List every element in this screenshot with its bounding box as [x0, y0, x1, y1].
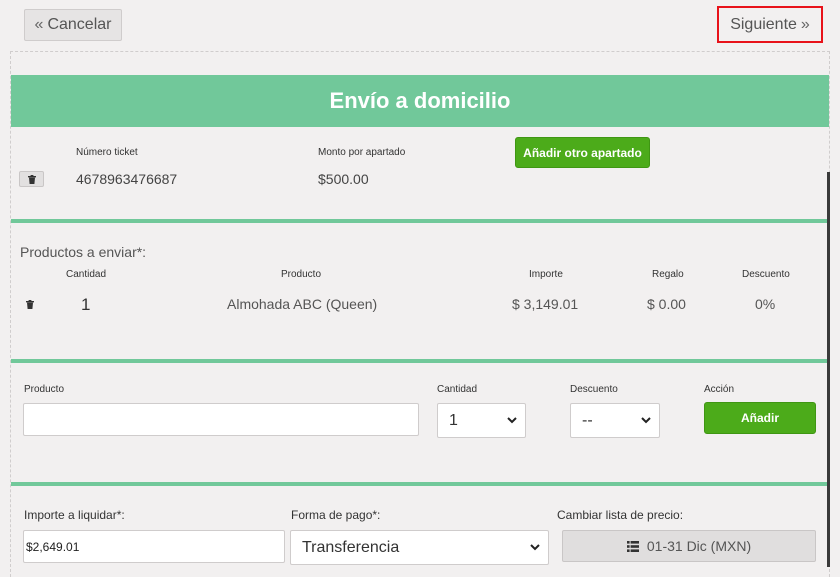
- section-divider: [11, 482, 829, 486]
- change-price-list-button[interactable]: 01-31 Dic (MXN): [562, 530, 816, 562]
- cantidad-select-value: 1: [449, 411, 458, 429]
- cantidad-select[interactable]: 1: [437, 403, 526, 438]
- next-label: Siguiente: [730, 15, 797, 33]
- trash-icon: [27, 174, 36, 184]
- forma-pago-select[interactable]: Transferencia: [290, 530, 549, 565]
- accion-field-label: Acción: [704, 384, 735, 395]
- descuento-field-label: Descuento: [570, 384, 618, 395]
- col-producto: Producto: [281, 269, 322, 280]
- producto-field-label: Producto: [24, 384, 65, 395]
- trash-icon: [26, 299, 34, 309]
- row-descuento: 0%: [755, 296, 776, 312]
- row-producto: Almohada ABC (Queen): [227, 296, 378, 312]
- forma-pago-value: Transferencia: [302, 538, 400, 556]
- add-product-button[interactable]: Añadir: [704, 402, 816, 434]
- importe-field-label: Importe a liquidar*:: [24, 508, 125, 522]
- cantidad-field-label: Cantidad: [437, 384, 478, 395]
- lista-precio-label: Cambiar lista de precio:: [557, 508, 684, 522]
- row-cantidad: 1: [81, 295, 91, 314]
- page-title: Envío a domicilio: [329, 88, 511, 113]
- descuento-select[interactable]: --: [570, 403, 660, 438]
- delete-apartado-button[interactable]: [19, 171, 44, 187]
- ticket-value: 4678963476687: [76, 171, 178, 187]
- col-regalo: Regalo: [652, 269, 684, 280]
- scrollbar[interactable]: [827, 172, 830, 567]
- section-header: Envío a domicilio: [11, 75, 829, 127]
- ticket-label: Número ticket: [76, 147, 138, 158]
- col-importe: Importe: [529, 269, 563, 280]
- descuento-select-value: --: [582, 411, 593, 429]
- chevron-down-icon: [641, 417, 651, 424]
- monto-value: $500.00: [318, 171, 369, 187]
- add-apartado-button[interactable]: Añadir otro apartado: [515, 137, 650, 168]
- divider-dashed: [10, 51, 830, 52]
- col-cantidad: Cantidad: [66, 269, 107, 280]
- forma-pago-label: Forma de pago*:: [291, 508, 381, 522]
- cancel-label: Cancelar: [47, 16, 112, 33]
- products-section-label: Productos a enviar*:: [20, 244, 147, 260]
- price-list-value: 01-31 Dic (MXN): [646, 538, 752, 554]
- section-divider: [11, 359, 829, 363]
- monto-label: Monto por apartado: [318, 147, 406, 158]
- delete-product-button[interactable]: [23, 297, 37, 311]
- double-chevron-right-icon: »: [800, 15, 810, 33]
- row-importe: $ 3,149.01: [512, 296, 579, 312]
- top-nav-bar: « Cancelar Siguiente »: [0, 0, 840, 52]
- cancel-button[interactable]: « Cancelar: [24, 9, 122, 41]
- row-regalo: $ 0.00: [647, 296, 686, 312]
- producto-input[interactable]: [23, 403, 419, 436]
- section-divider: [11, 219, 829, 223]
- double-chevron-left-icon: «: [34, 16, 44, 33]
- importe-input[interactable]: $2,649.01: [23, 530, 285, 563]
- list-icon: [626, 540, 639, 552]
- chevron-down-icon: [530, 544, 540, 551]
- next-button[interactable]: Siguiente »: [717, 6, 823, 43]
- divider-dashed-left: [10, 51, 11, 577]
- chevron-down-icon: [507, 417, 517, 424]
- col-descuento: Descuento: [742, 269, 790, 280]
